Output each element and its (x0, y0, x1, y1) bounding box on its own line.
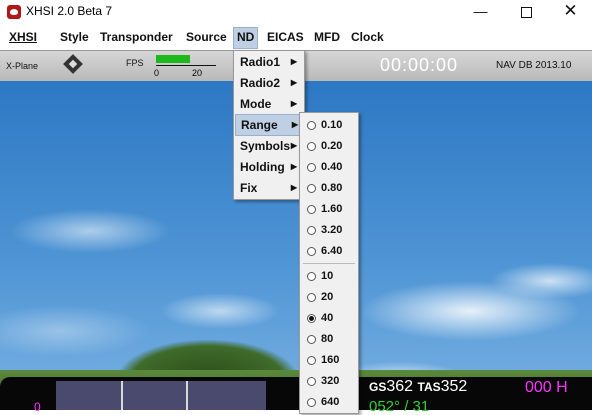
heading-readout: 000 H (525, 379, 568, 396)
display-divider (186, 381, 188, 410)
menu-clock[interactable]: Clock (348, 27, 387, 47)
close-button[interactable]: ✕ (548, 0, 592, 24)
maximize-button[interactable] (504, 0, 549, 24)
speed-readout: GS362 TAS352 (369, 378, 468, 395)
range-option[interactable]: 160 (301, 350, 357, 370)
fps-scale-min: 0 (154, 68, 160, 78)
range-option[interactable]: 0.10 (301, 115, 357, 135)
radio-button-icon (307, 205, 316, 214)
radio-button-icon (307, 163, 316, 172)
radio-button-icon (307, 184, 316, 193)
range-option[interactable]: 320 (301, 371, 357, 391)
radio-button-icon (307, 377, 316, 386)
display-divider (121, 381, 123, 410)
wind-readout: 052° / 31 (369, 398, 430, 415)
radio-button-icon (307, 226, 316, 235)
range-submenu: 0.10 0.20 0.40 0.80 1.60 3.20 6.40 10 20… (299, 112, 359, 414)
submenu-arrow-icon: ▶ (290, 162, 297, 171)
nd-menu-mode[interactable]: Mode ▶ (235, 94, 303, 114)
radio-button-icon (307, 335, 316, 344)
left-display (56, 381, 266, 410)
submenu-arrow-icon: ▶ (290, 57, 297, 66)
title-bar: XHSI 2.0 Beta 7 — ✕ (0, 0, 592, 24)
menu-xhsi[interactable]: XHSI (6, 27, 40, 47)
radio-button-selected-icon (307, 314, 316, 323)
submenu-arrow-icon: ▶ (291, 120, 298, 129)
submenu-arrow-icon: ▶ (290, 183, 297, 192)
radio-button-icon (307, 272, 316, 281)
range-option[interactable]: 0.40 (301, 157, 357, 177)
nd-menu-fix[interactable]: Fix ▶ (235, 178, 303, 198)
menu-separator (303, 263, 355, 264)
radio-button-icon (307, 398, 316, 407)
range-option[interactable]: 40 (301, 308, 357, 328)
range-option[interactable]: 6.40 (301, 241, 357, 261)
nd-menu-holding[interactable]: Holding ▶ (235, 157, 303, 177)
range-option[interactable]: 10 (301, 266, 357, 286)
nd-menu-range[interactable]: Range ▶ (235, 114, 305, 136)
fps-label: FPS (126, 58, 144, 68)
range-option[interactable]: 80 (301, 329, 357, 349)
nd-menu-radio2[interactable]: Radio2 ▶ (235, 73, 303, 93)
nd-menu-symbols[interactable]: Symbols ▶ (235, 136, 303, 156)
clock-readout: 00:00:00 (380, 55, 459, 75)
range-option[interactable]: 0.20 (301, 136, 357, 156)
connection-indicator-icon (63, 54, 83, 74)
menu-transponder[interactable]: Transponder (97, 27, 176, 47)
range-option[interactable]: 640 (301, 392, 357, 412)
submenu-arrow-icon: ▶ (290, 141, 297, 150)
fps-scale-max: 20 (192, 68, 203, 78)
minimize-button[interactable]: — (458, 0, 503, 24)
menu-bar: XHSI Style Transponder Source ND EICAS M… (0, 27, 592, 49)
radio-button-icon (307, 247, 316, 256)
fps-scale (156, 65, 216, 70)
submenu-arrow-icon: ▶ (290, 99, 297, 108)
menu-style[interactable]: Style (57, 27, 92, 47)
range-option[interactable]: 20 (301, 287, 357, 307)
maximize-icon (521, 6, 532, 18)
radio-button-icon (307, 142, 316, 151)
menu-eicas[interactable]: EICAS (264, 27, 307, 47)
nd-dropdown-menu: Radio1 ▶ Radio2 ▶ Mode ▶ Range ▶ Symbols ▶ Ho… (233, 50, 305, 200)
range-option[interactable]: 3.20 (301, 220, 357, 240)
fps-bar (156, 55, 190, 63)
range-option[interactable]: 0.80 (301, 178, 357, 198)
range-option[interactable]: 1.60 (301, 199, 357, 219)
radio-button-icon (307, 293, 316, 302)
menu-nd[interactable]: ND (233, 27, 259, 49)
radio-button-icon (307, 356, 316, 365)
source-label: X-Plane (6, 61, 39, 71)
menu-source[interactable]: Source (183, 27, 230, 47)
radio-button-icon (307, 121, 316, 130)
left-value: 0 (34, 400, 41, 414)
window-title: XHSI 2.0 Beta 7 (26, 4, 113, 18)
nd-menu-radio1[interactable]: Radio1 ▶ (235, 52, 303, 72)
submenu-arrow-icon: ▶ (290, 78, 297, 87)
nav-db-label: NAV DB 2013.10 (496, 60, 572, 71)
app-logo-icon (7, 5, 21, 19)
menu-mfd[interactable]: MFD (311, 27, 343, 47)
